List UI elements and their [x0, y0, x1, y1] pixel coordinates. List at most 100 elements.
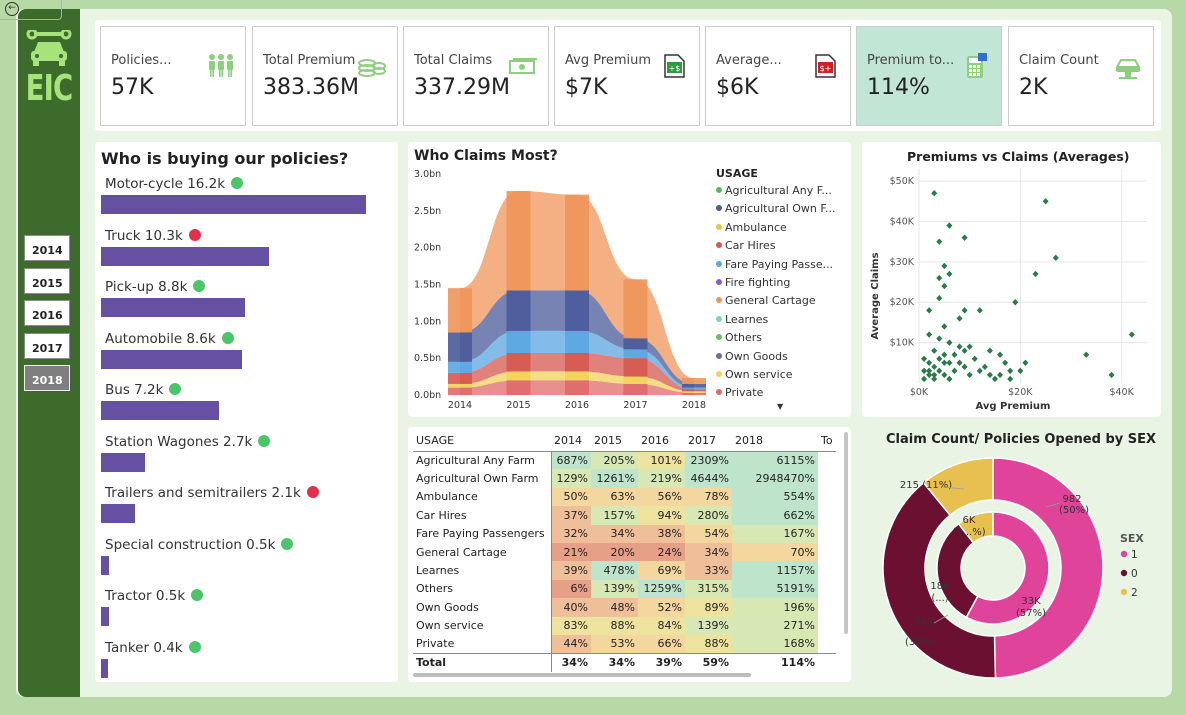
- legend-item[interactable]: Fare Paying Passe...: [716, 258, 833, 271]
- legend-item[interactable]: Fire fighting: [716, 276, 790, 289]
- buying-bar[interactable]: [101, 504, 136, 523]
- stacked-bar-segment[interactable]: [506, 353, 531, 372]
- scatter-point[interactable]: [966, 343, 973, 350]
- buying-bar[interactable]: [101, 452, 146, 472]
- stacked-bar-segment[interactable]: [682, 391, 706, 393]
- matrix-header[interactable]: 2014: [551, 431, 591, 452]
- scatter-point[interactable]: [946, 375, 953, 383]
- year-button-2016[interactable]: 2016: [24, 300, 70, 326]
- year-button-2014[interactable]: 2014: [24, 235, 70, 261]
- matrix-header[interactable]: To: [818, 431, 836, 452]
- sex-legend-label[interactable]: 1: [1131, 549, 1138, 561]
- matrix-header[interactable]: 2017: [685, 431, 732, 452]
- kpi-card-2[interactable]: Total Premium 383.36M: [252, 26, 398, 126]
- matrix-row[interactable]: Agricultural Any Farm 687% 205% 101% 2309% 61…: [413, 451, 836, 470]
- kpi-card-1[interactable]: Policies... 57K: [100, 26, 246, 126]
- scatter-point[interactable]: [1002, 359, 1009, 367]
- scatter-point[interactable]: [946, 270, 953, 278]
- scatter-point[interactable]: [926, 307, 933, 314]
- scatter-point[interactable]: [936, 367, 943, 375]
- buying-bar[interactable]: [101, 298, 245, 317]
- scatter-point[interactable]: [921, 367, 928, 375]
- year-button-2015[interactable]: 2015: [24, 268, 70, 294]
- matrix-row[interactable]: General Cartage 21% 20% 24% 34% 70%: [413, 542, 836, 562]
- buying-bar[interactable]: [101, 658, 108, 678]
- scatter-point[interactable]: [1007, 375, 1014, 383]
- stacked-bar-segment[interactable]: [623, 383, 648, 395]
- buying-bar[interactable]: [101, 349, 242, 369]
- legend-item[interactable]: Ambulance: [716, 221, 787, 234]
- stacked-bar-segment[interactable]: [623, 338, 648, 350]
- scatter-point[interactable]: [941, 351, 948, 358]
- scatter-point[interactable]: [1128, 331, 1135, 338]
- matrix-row[interactable]: Car Hires 37% 157% 94% 280% 662%: [413, 506, 836, 525]
- stacked-bar-segment[interactable]: [448, 332, 472, 362]
- scatter-point[interactable]: [936, 335, 943, 342]
- stacked-bar-segment[interactable]: [448, 387, 472, 395]
- stacked-bar-segment[interactable]: [623, 349, 648, 359]
- scatter-point[interactable]: [1042, 198, 1049, 205]
- stacked-bar-segment[interactable]: [506, 190, 531, 291]
- scatter-point[interactable]: [956, 315, 963, 322]
- matrix-header[interactable]: 2018: [732, 431, 818, 452]
- stacked-bar-segment[interactable]: [623, 376, 648, 384]
- scatter-point[interactable]: [931, 347, 938, 354]
- sex-legend-label[interactable]: 0: [1131, 568, 1138, 580]
- matrix-row[interactable]: Private 44% 53% 66% 88% 168%: [413, 634, 836, 654]
- legend-scroll-down-icon[interactable]: ▼: [777, 402, 783, 411]
- stacked-bar-segment[interactable]: [565, 330, 589, 354]
- kpi-card-7[interactable]: Claim Count 2K: [1008, 26, 1154, 126]
- matrix-row[interactable]: Others 6% 139% 1259% 315% 5191%: [413, 579, 836, 599]
- scatter-point[interactable]: [961, 307, 968, 314]
- scatter-point[interactable]: [961, 347, 968, 354]
- stacked-bar-segment[interactable]: [448, 288, 472, 333]
- scatter-point[interactable]: [976, 367, 983, 375]
- stacked-bar-segment[interactable]: [565, 290, 589, 331]
- scatter-point[interactable]: [1007, 367, 1014, 375]
- stacked-bar-segment[interactable]: [682, 387, 706, 390]
- scatter-point[interactable]: [941, 282, 948, 290]
- scatter-point[interactable]: [951, 351, 958, 358]
- stacked-bar-segment[interactable]: [682, 392, 706, 395]
- area-chart[interactable]: 3.0bn 2.5bn 2.0bn 1.5bn 1.0bn 0.5bn 0.0bn 2014 2…: [408, 165, 708, 415]
- scatter-point[interactable]: [931, 363, 938, 371]
- scatter-point[interactable]: [966, 371, 973, 379]
- scatter-point[interactable]: [997, 351, 1004, 358]
- stacked-bar-segment[interactable]: [682, 383, 706, 388]
- stacked-bar-segment[interactable]: [506, 330, 531, 354]
- scatter-point[interactable]: [1022, 359, 1029, 367]
- stacked-bar-segment[interactable]: [623, 279, 648, 339]
- scatter-point[interactable]: [1108, 371, 1115, 379]
- stacked-bar-segment[interactable]: [448, 383, 472, 388]
- scatter-point[interactable]: [946, 339, 953, 346]
- matrix-row[interactable]: Learnes 39% 478% 69% 33% 1157%: [413, 561, 836, 580]
- scatter-point[interactable]: [986, 347, 993, 354]
- scatter-point[interactable]: [971, 355, 978, 362]
- scatter-point[interactable]: [941, 262, 948, 270]
- stacked-bar-segment[interactable]: [448, 361, 472, 373]
- scatter-point[interactable]: [946, 222, 953, 229]
- stacked-bar-segment[interactable]: [565, 380, 589, 395]
- scatter-point[interactable]: [956, 359, 963, 367]
- scatter-point[interactable]: [931, 371, 938, 379]
- scatter-point[interactable]: [926, 331, 933, 338]
- legend-item[interactable]: Car Hires: [716, 239, 776, 252]
- stacked-bar-segment[interactable]: [682, 389, 706, 392]
- scatter-point[interactable]: [941, 371, 948, 379]
- scatter-point[interactable]: [961, 234, 968, 241]
- scatter-point[interactable]: [926, 359, 933, 367]
- scatter-point[interactable]: [1012, 299, 1019, 306]
- back-arrow-icon[interactable]: ←: [5, 2, 19, 16]
- scatter-point[interactable]: [931, 190, 938, 197]
- matrix-header[interactable]: 2015: [591, 431, 638, 452]
- matrix-vertical-scrollbar[interactable]: [844, 432, 848, 634]
- matrix-row[interactable]: Own service 83% 88% 84% 139% 271%: [413, 616, 836, 635]
- scatter-point[interactable]: [1017, 367, 1024, 375]
- scatter-point[interactable]: [986, 371, 993, 379]
- scatter-point[interactable]: [941, 323, 948, 330]
- scatter-point[interactable]: [921, 375, 928, 383]
- year-button-2017[interactable]: 2017: [24, 333, 70, 359]
- matrix-row[interactable]: Ambulance 50% 63% 56% 78% 554%: [413, 487, 836, 507]
- scatter-point[interactable]: [1052, 254, 1059, 262]
- scatter-point[interactable]: [951, 367, 958, 375]
